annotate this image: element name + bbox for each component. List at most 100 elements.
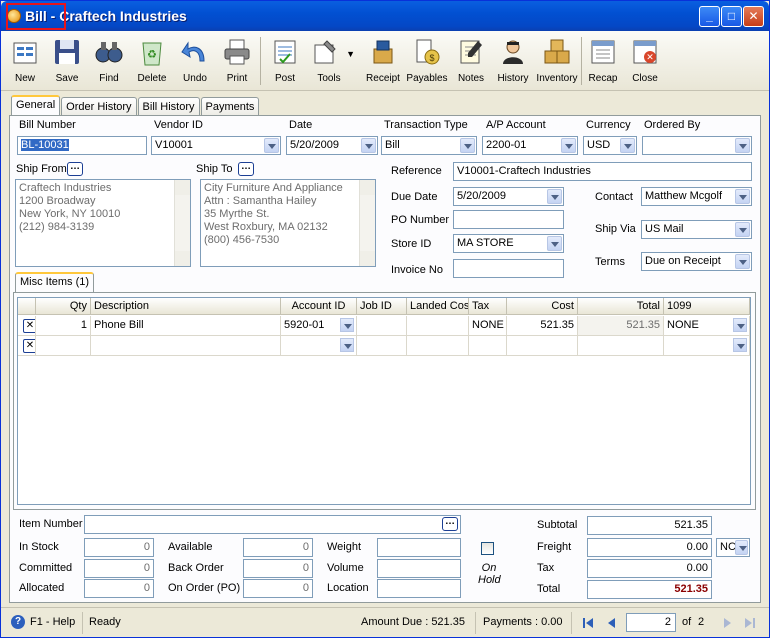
terms-label: Terms: [595, 256, 625, 268]
post-button[interactable]: Post: [265, 35, 305, 87]
cell-description[interactable]: [91, 336, 281, 356]
col-qty[interactable]: Qty: [36, 298, 91, 315]
cell-account-id[interactable]: [281, 336, 357, 356]
tools-button[interactable]: ▼ Tools: [307, 35, 355, 87]
last-page-icon[interactable]: [743, 616, 757, 630]
store-id-label: Store ID: [391, 238, 432, 250]
store-id-select[interactable]: MA STORE: [453, 234, 564, 253]
delete-row-icon[interactable]: ✕: [23, 319, 35, 333]
cell-cost[interactable]: [507, 336, 578, 356]
item-number-label: Item Number: [19, 518, 83, 530]
vendor-id-select[interactable]: V10001: [151, 136, 281, 155]
currency-select[interactable]: USD: [583, 136, 637, 155]
undo-button[interactable]: Undo: [175, 35, 215, 87]
previous-page-icon[interactable]: [604, 616, 618, 630]
bill-number-field[interactable]: BL-10031: [17, 136, 147, 155]
location-field[interactable]: [377, 579, 461, 598]
cell-account-id[interactable]: 5920-01: [281, 316, 357, 336]
printer-icon: [224, 39, 250, 65]
save-button[interactable]: Save: [47, 35, 87, 87]
minimize-button[interactable]: _: [699, 6, 720, 27]
col-1099[interactable]: 1099: [664, 298, 750, 315]
svg-text:$: $: [429, 53, 434, 63]
col-landed-cost[interactable]: Landed Cos: [407, 298, 469, 315]
cell-cost[interactable]: 521.35: [507, 316, 578, 336]
delete-row-icon[interactable]: ✕: [23, 339, 35, 353]
ap-account-label: A/P Account: [486, 119, 546, 131]
cell-tax[interactable]: [469, 336, 507, 356]
reference-field[interactable]: V10001-Craftech Industries: [453, 162, 752, 181]
receipt-button[interactable]: Receipt: [361, 35, 405, 87]
ship-to-scrollbar[interactable]: [359, 180, 375, 266]
terms-select[interactable]: Due on Receipt: [641, 252, 752, 271]
maximize-button[interactable]: □: [721, 6, 742, 27]
tab-order-history[interactable]: Order History: [61, 97, 137, 116]
tab-payments[interactable]: Payments: [200, 97, 260, 116]
col-description[interactable]: Description: [91, 298, 281, 315]
ship-from-address[interactable]: Craftech Industries 1200 Broadway New Yo…: [15, 179, 191, 267]
new-button[interactable]: New: [5, 35, 45, 87]
help-text[interactable]: F1 - Help: [30, 616, 75, 628]
weight-field[interactable]: [377, 538, 461, 557]
cell-qty[interactable]: [36, 336, 91, 356]
ship-via-select[interactable]: US Mail: [641, 220, 752, 239]
tab-misc-items[interactable]: Misc Items (1): [15, 272, 95, 293]
transaction-type-select[interactable]: Bill: [381, 136, 477, 155]
ship-to-lookup-button[interactable]: …: [238, 162, 254, 176]
due-date-picker[interactable]: 5/20/2009: [453, 187, 564, 206]
tab-bill-history[interactable]: Bill History: [137, 97, 200, 116]
close-button[interactable]: ✕ Close: [625, 35, 665, 87]
history-button[interactable]: History: [493, 35, 533, 87]
col-tax[interactable]: Tax: [469, 298, 507, 315]
print-button[interactable]: Print: [217, 35, 257, 87]
notes-button[interactable]: Notes: [451, 35, 491, 87]
on-hold-checkbox[interactable]: [481, 542, 494, 555]
item-lookup-button[interactable]: …: [442, 517, 458, 531]
payables-button[interactable]: $ Payables: [405, 35, 449, 87]
find-button[interactable]: Find: [89, 35, 129, 87]
close-window-button[interactable]: ✕: [743, 6, 764, 27]
volume-field[interactable]: [377, 559, 461, 578]
cell-landed-cost[interactable]: [407, 316, 469, 336]
chevron-down-icon: [264, 138, 279, 153]
cell-1099[interactable]: [664, 336, 750, 356]
ship-from-scrollbar[interactable]: [174, 180, 190, 266]
invoice-no-field[interactable]: [453, 259, 564, 278]
col-account-id[interactable]: Account ID: [281, 298, 357, 315]
freight-field[interactable]: 0.00: [587, 538, 712, 557]
in-stock-label: In Stock: [19, 541, 59, 553]
recap-button[interactable]: Recap: [583, 35, 623, 87]
ship-to-address[interactable]: City Furniture And Appliance Attn : Sama…: [200, 179, 376, 267]
cell-tax[interactable]: NONE: [469, 316, 507, 336]
help-icon[interactable]: ?: [11, 615, 25, 629]
item-number-field[interactable]: …: [84, 515, 461, 534]
tab-general[interactable]: General: [11, 95, 61, 116]
col-total[interactable]: Total: [578, 298, 664, 315]
col-cost[interactable]: Cost: [507, 298, 578, 315]
due-date-label: Due Date: [391, 191, 438, 203]
po-number-field[interactable]: [453, 210, 564, 229]
inventory-button[interactable]: Inventory: [535, 35, 579, 87]
toolbar-separator: [581, 37, 582, 85]
cell-1099[interactable]: NONE: [664, 316, 750, 336]
bill-number-value: BL-10031: [21, 139, 69, 151]
col-job-id[interactable]: Job ID: [357, 298, 407, 315]
freight-code-select[interactable]: NC: [716, 538, 750, 557]
ap-account-select[interactable]: 2200-01: [482, 136, 578, 155]
first-page-icon[interactable]: [581, 616, 595, 630]
cell-landed-cost[interactable]: [407, 336, 469, 356]
cell-description[interactable]: Phone Bill: [91, 316, 281, 336]
cell-job-id[interactable]: [357, 316, 407, 336]
recap-sheet-icon: [591, 40, 615, 64]
ordered-by-select[interactable]: [642, 136, 752, 155]
volume-label: Volume: [327, 562, 364, 574]
next-page-icon[interactable]: [721, 616, 735, 630]
cell-job-id[interactable]: [357, 336, 407, 356]
contact-select[interactable]: Matthew Mcgolf: [641, 187, 752, 206]
delete-button[interactable]: ♻ Delete: [131, 35, 173, 87]
ship-from-lookup-button[interactable]: …: [67, 162, 83, 176]
bill-window: Bill - Craftech Industries _ □ ✕ New Sav…: [0, 0, 770, 638]
page-number-input[interactable]: 2: [626, 613, 676, 632]
cell-qty[interactable]: 1: [36, 316, 91, 336]
date-picker[interactable]: 5/20/2009: [286, 136, 378, 155]
